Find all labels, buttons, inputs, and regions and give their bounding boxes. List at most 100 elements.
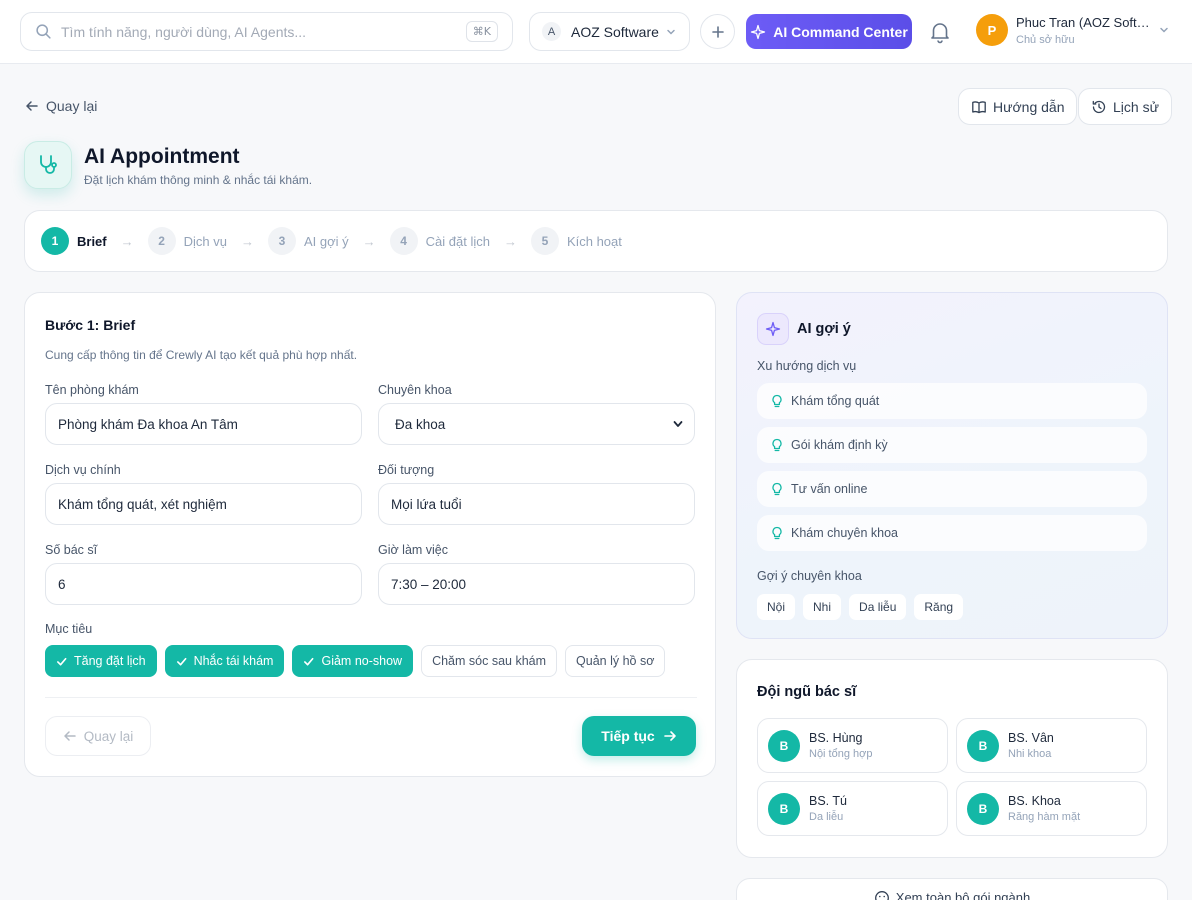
specialty-tag[interactable]: Nhi: [803, 594, 842, 620]
ai-command-label: AI Command Center: [773, 23, 908, 40]
back-link[interactable]: Quay lại: [25, 98, 97, 114]
step-label: Cài đặt lịch: [425, 233, 490, 249]
goal-chip[interactable]: Chăm sóc sau khám: [421, 645, 558, 677]
chevron-right-icon: →: [240, 233, 254, 249]
history-label: Lịch sử: [1113, 98, 1159, 115]
step-number: 1: [41, 227, 69, 255]
work-hours-input[interactable]: 7:30 – 20:00: [378, 563, 695, 605]
chevron-down-icon: [673, 421, 683, 427]
specialty-label: Chuyên khoa: [378, 383, 452, 397]
back-label: Quay lại: [46, 98, 98, 114]
trend-label: Tư vấn online: [791, 482, 868, 496]
notifications-button[interactable]: [927, 19, 953, 45]
trend-item[interactable]: Tư vấn online: [757, 471, 1147, 507]
clinic-name-label: Tên phòng khám: [45, 383, 139, 397]
doctor-card[interactable]: B BS. Tú Da liễu: [757, 781, 948, 836]
doctor-specialty: Nội tổng hợp: [809, 748, 873, 760]
stethoscope-icon: [40, 155, 57, 174]
guide-button[interactable]: Hướng dẫn: [958, 88, 1078, 125]
chevron-right-icon: →: [362, 233, 376, 249]
sparkle-icon: [751, 24, 766, 39]
org-switcher[interactable]: A AOZ Software: [529, 12, 690, 51]
goal-chip[interactable]: Quản lý hồ sơ: [565, 645, 666, 677]
goal-label: Chăm sóc sau khám: [432, 654, 547, 668]
step-activate[interactable]: 5 Kích hoạt: [530, 227, 622, 255]
step-ai-suggest[interactable]: 3 AI gợi ý: [267, 227, 349, 255]
step-number: 2: [147, 227, 176, 255]
lightbulb-icon: [772, 394, 782, 408]
org-avatar: A: [542, 22, 561, 41]
doctor-specialty: Nhi khoa: [1008, 748, 1052, 760]
user-avatar: P: [976, 14, 1008, 46]
doctor-avatar: B: [967, 729, 999, 762]
divider: [45, 697, 697, 698]
goals-group: Tăng đặt lịch Nhắc tái khám Giảm no-show…: [45, 645, 666, 677]
view-all-packages-button[interactable]: Xem toàn bộ gói ngành: [736, 878, 1168, 900]
plus-icon: [711, 25, 724, 38]
history-button[interactable]: Lịch sử: [1078, 88, 1172, 125]
ai-suggestions-card: AI gợi ý Xu hướng dịch vụ Khám tổng quát…: [736, 292, 1168, 639]
specialty-tag[interactable]: Da liễu: [849, 594, 907, 620]
arrow-left-icon: [26, 101, 38, 111]
doctor-card[interactable]: B BS. Vân Nhi khoa: [956, 718, 1147, 773]
goals-label: Mục tiêu: [45, 622, 93, 636]
user-name: Phuc Tran (AOZ Software): [1016, 14, 1152, 30]
bell-icon: [931, 23, 949, 44]
arrow-left-icon: [63, 731, 76, 741]
continue-button[interactable]: Tiếp tục: [582, 716, 696, 756]
chevron-down-icon: [1160, 27, 1168, 33]
guide-label: Hướng dẫn: [993, 98, 1065, 115]
global-search[interactable]: Tìm tính năng, người dùng, AI Agents... …: [20, 12, 513, 51]
doctor-avatar: B: [768, 729, 800, 762]
previous-button[interactable]: Quay lại: [45, 716, 151, 756]
specialty-tag[interactable]: Răng: [914, 594, 964, 620]
view-all-label: Xem toàn bộ gói ngành: [895, 890, 1031, 900]
step-services[interactable]: 2 Dịch vụ: [147, 227, 227, 255]
arrow-right-icon: [663, 731, 676, 741]
step-number: 4: [389, 227, 418, 255]
audience-input[interactable]: Mọi lứa tuổi: [378, 483, 695, 525]
user-menu[interactable]: P Phuc Tran (AOZ Software) Chủ sở hữu: [976, 14, 1170, 46]
goal-chip[interactable]: Tăng đặt lịch: [45, 645, 157, 677]
wizard-stepper: 1 Brief → 2 Dịch vụ → 3 AI gợi ý → 4 Cài…: [24, 210, 1168, 272]
doctors-card: Đội ngũ bác sĩ B BS. Hùng Nội tổng hợp B…: [736, 659, 1168, 858]
check-icon: [176, 657, 187, 666]
specialty-suggest-label: Gợi ý chuyên khoa: [757, 569, 862, 583]
doctor-name: BS. Khoa: [1008, 794, 1061, 808]
ai-command-center-button[interactable]: AI Command Center: [746, 14, 912, 49]
app-icon: [24, 141, 72, 189]
specialty-tag[interactable]: Nội: [757, 594, 796, 620]
trends-label: Xu hướng dịch vụ: [757, 359, 857, 373]
goal-chip[interactable]: Nhắc tái khám: [164, 645, 285, 677]
goal-chip[interactable]: Giảm no-show: [292, 645, 414, 677]
doctor-card[interactable]: B BS. Hùng Nội tổng hợp: [757, 718, 948, 773]
step-label: Dịch vụ: [183, 233, 227, 249]
goal-label: Giảm no-show: [321, 654, 403, 668]
org-name: AOZ Software: [571, 23, 659, 40]
previous-label: Quay lại: [83, 728, 134, 744]
ai-badge: [757, 313, 789, 345]
chevron-right-icon: →: [120, 233, 134, 249]
trend-item[interactable]: Khám tổng quát: [757, 383, 1147, 419]
specialty-value: Đa khoa: [395, 416, 446, 432]
step-label: Brief: [77, 233, 107, 249]
add-button[interactable]: [700, 14, 735, 49]
step-schedule-settings[interactable]: 4 Cài đặt lịch: [389, 227, 490, 255]
specialty-select[interactable]: Đa khoa: [378, 403, 695, 445]
check-icon: [304, 657, 314, 666]
main-service-label: Dịch vụ chính: [45, 463, 121, 477]
trend-item[interactable]: Khám chuyên khoa: [757, 515, 1147, 551]
user-role: Chủ sở hữu: [1016, 33, 1075, 46]
trend-item[interactable]: Gói khám định kỳ: [757, 427, 1147, 463]
step-brief[interactable]: 1 Brief: [41, 227, 107, 255]
brief-form-card: Bước 1: Brief Cung cấp thông tin để Crew…: [24, 292, 716, 777]
goal-label: Quản lý hồ sơ: [576, 654, 655, 668]
page-title: AI Appointment: [84, 145, 240, 168]
doctor-card[interactable]: B BS. Khoa Răng hàm mặt: [956, 781, 1147, 836]
doctor-count-input[interactable]: 6: [45, 563, 362, 605]
audience-label: Đối tượng: [378, 463, 435, 477]
main-service-input[interactable]: Khám tổng quát, xét nghiệm: [45, 483, 362, 525]
doctor-avatar: B: [967, 792, 999, 825]
clinic-name-input[interactable]: Phòng khám Đa khoa An Tâm: [45, 403, 362, 445]
chevron-right-icon: →: [503, 233, 517, 249]
